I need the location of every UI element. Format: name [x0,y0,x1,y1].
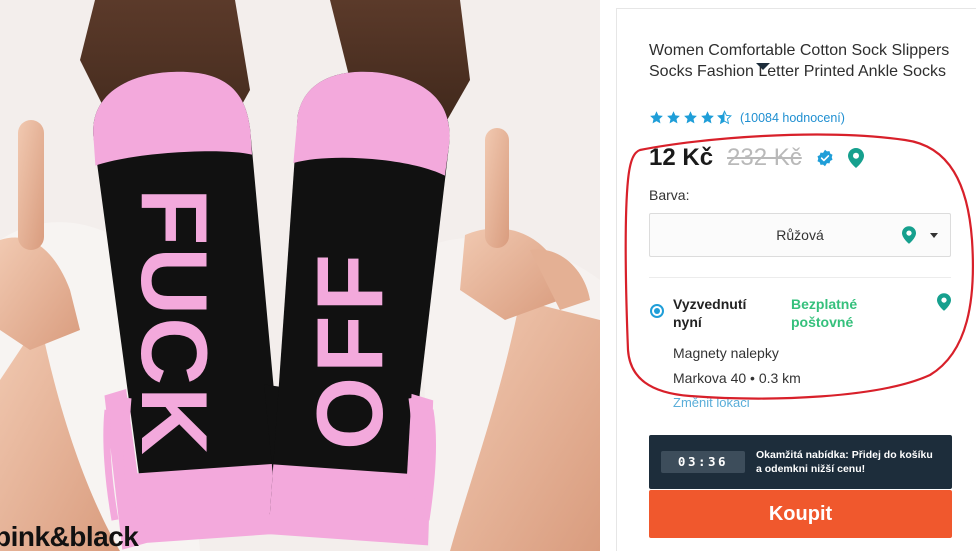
sock-right-text: OFF [297,250,402,450]
change-location-link[interactable]: Změnit lokaci [673,395,750,410]
offer-countdown-timer: 03:36 [661,451,745,473]
delivery-option-radio[interactable] [650,304,664,318]
instant-offer-banner: 03:36 Okamžitá nabídka: Přidej do košíku… [649,435,952,489]
store-name: Magnety nalepky [673,345,779,361]
color-label: Barva: [649,187,690,203]
free-shipping-label: Bezplatné poštovné [791,296,858,330]
offer-text: Okamžitá nabídka: Přidej do košíku a ode… [756,449,933,475]
rating-stars [649,110,732,125]
star-full-icon [684,111,697,124]
rating-count-link[interactable]: (10084 hodnocení) [740,111,845,125]
image-caption: pink&black [0,521,139,551]
star-full-icon [650,111,663,124]
store-address: Markova 40 • 0.3 km [673,370,801,386]
product-title: Women Comfortable Cotton Sock Slippers S… [649,42,950,80]
location-pin-icon [902,226,916,244]
star-half-icon [717,110,732,125]
location-pin-icon [847,148,864,168]
price-row: 12 Kč 232 Kč [649,144,864,172]
color-select-value: Růžová [776,227,824,243]
color-select[interactable]: Růžová [649,213,951,257]
current-price: 12 Kč [649,144,714,171]
verified-badge-icon [817,149,833,167]
sock-left-text: FUCK [122,188,227,457]
offer-pointer [756,63,770,70]
star-full-icon [667,111,680,124]
divider [649,277,951,278]
original-price: 232 Kč [727,144,802,171]
star-full-icon [701,111,714,124]
location-pin-icon [937,293,951,311]
buy-button[interactable]: Koupit [649,490,952,538]
product-rating[interactable]: (10084 hodnocení) [649,110,845,125]
product-photo-illustration: FUCK OFF [0,0,600,551]
product-detail-panel: Women Comfortable Cotton Sock Slippers S… [616,8,976,551]
chevron-down-icon [930,233,938,238]
product-image[interactable]: FUCK OFF pink&black [0,0,600,551]
delivery-option-label: Vyzvednutí nyní [673,296,747,330]
